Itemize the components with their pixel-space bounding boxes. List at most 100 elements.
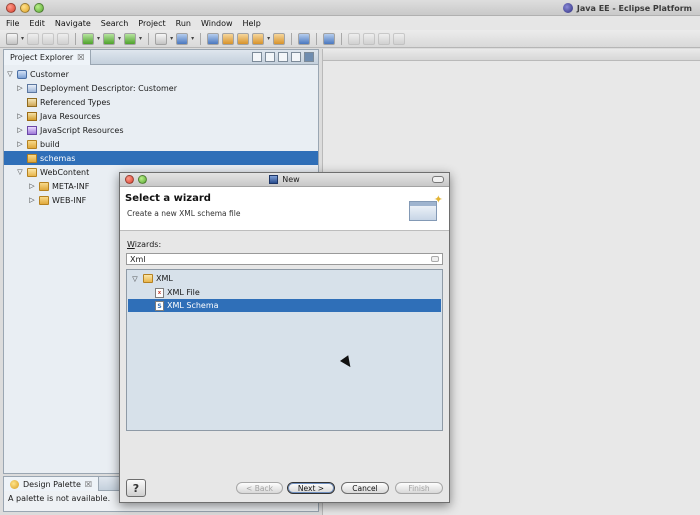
expand-toggle-icon[interactable]: ▷: [16, 126, 24, 134]
run-dropdown-icon[interactable]: ▾: [118, 35, 121, 42]
expand-toggle-icon[interactable]: ▷: [16, 112, 24, 120]
perspective-icon[interactable]: [323, 32, 336, 45]
project-explorer-tab-label: Project Explorer: [10, 53, 74, 62]
clear-filter-icon[interactable]: [431, 256, 439, 262]
menu-file[interactable]: File: [6, 19, 19, 28]
window-title-text: Java EE - Eclipse Platform: [576, 3, 692, 13]
expand-toggle-icon[interactable]: ▽: [130, 275, 140, 283]
design-palette-tab-label: Design Palette: [23, 479, 81, 489]
web-service-dropdown-icon[interactable]: ▾: [191, 35, 194, 42]
toolbar-separator: [148, 32, 150, 45]
tab-project-explorer[interactable]: Project Explorer ☒: [4, 50, 92, 65]
external-tools-icon[interactable]: [124, 32, 137, 45]
expand-toggle-icon[interactable]: ▷: [16, 140, 24, 148]
finish-button[interactable]: Finish: [395, 482, 443, 494]
tree-item-label: Java Resources: [40, 111, 101, 121]
menu-navigate[interactable]: Navigate: [55, 19, 91, 28]
xml-schema-icon: S: [155, 300, 164, 311]
sparkle-icon: ✦: [433, 193, 443, 206]
toolbar-separator: [291, 32, 293, 45]
wizard-item-xml-schema[interactable]: S XML Schema: [128, 299, 441, 312]
refresh-icon[interactable]: [207, 32, 220, 45]
expand-toggle-icon[interactable]: ▽: [16, 168, 24, 176]
project-icon: [17, 69, 27, 79]
toolbar-separator: [200, 32, 202, 45]
menu-search[interactable]: Search: [101, 19, 128, 28]
tree-item-schemas[interactable]: schemas: [4, 151, 318, 165]
debug-dropdown-icon[interactable]: ▾: [97, 35, 100, 42]
project-explorer-tabbar: Project Explorer ☒: [4, 50, 318, 65]
wizard-banner-icon: ✦: [407, 193, 443, 225]
expand-toggle-icon[interactable]: ▷: [28, 196, 36, 204]
back-arrow-icon[interactable]: [378, 32, 391, 45]
search-icon[interactable]: [298, 32, 311, 45]
wizard-filter-value: Xml: [130, 254, 146, 264]
cancel-button[interactable]: Cancel: [341, 482, 389, 494]
dialog-banner: Select a wizard Create a new XML schema …: [120, 187, 449, 231]
window-title: Java EE - Eclipse Platform: [562, 3, 692, 13]
open-task-icon[interactable]: [273, 32, 286, 45]
open-resource-icon[interactable]: [252, 32, 265, 45]
menu-window[interactable]: Window: [201, 19, 233, 28]
view-menu-icon[interactable]: [278, 52, 288, 62]
new-icon[interactable]: [6, 32, 18, 45]
xml-file-icon: x: [155, 287, 164, 298]
toolbar-separator: [316, 32, 318, 45]
close-icon[interactable]: ☒: [85, 480, 92, 489]
tree-item-build[interactable]: ▷ build: [4, 137, 318, 151]
collapse-all-icon[interactable]: [252, 52, 262, 62]
tree-item-label: Deployment Descriptor: Customer: [40, 83, 177, 93]
tree-item-label: WEB-INF: [52, 195, 87, 205]
next-annotation-icon[interactable]: [363, 32, 376, 45]
forward-arrow-icon[interactable]: [393, 32, 406, 45]
tree-item-java-resources[interactable]: ▷ Java Resources: [4, 109, 318, 123]
external-tools-dropdown-icon[interactable]: ▾: [139, 35, 142, 42]
wizard-item-xml-file[interactable]: x XML File: [128, 286, 441, 299]
back-button[interactable]: < Back: [236, 482, 283, 494]
open-type-icon[interactable]: [222, 32, 235, 45]
open-folder-icon[interactable]: [237, 32, 250, 45]
wizard-category-xml[interactable]: ▽ XML: [128, 272, 441, 285]
link-with-editor-icon[interactable]: [265, 52, 275, 62]
tree-item-customer[interactable]: ▽ Customer: [4, 67, 318, 81]
tree-item-javascript-resources[interactable]: ▷ JavaScript Resources: [4, 123, 318, 137]
print-icon[interactable]: [57, 32, 70, 45]
expand-toggle-icon[interactable]: ▷: [16, 84, 24, 92]
new-wizard-dialog: New Select a wizard Create a new XML sch…: [119, 172, 450, 503]
expand-toggle-icon[interactable]: ▷: [28, 182, 36, 190]
open-resource-dropdown-icon[interactable]: ▾: [267, 35, 270, 42]
tree-item-label: Customer: [30, 69, 69, 79]
menu-project[interactable]: Project: [138, 19, 165, 28]
save-icon[interactable]: [27, 32, 40, 45]
save-all-icon[interactable]: [42, 32, 55, 45]
menu-help[interactable]: Help: [243, 19, 261, 28]
tree-item-deployment-descriptor[interactable]: ▷ Deployment Descriptor: Customer: [4, 81, 318, 95]
main-toolbar: ▾ ▾ ▾ ▾ ▾ ▾ ▾: [0, 30, 700, 48]
menu-edit[interactable]: Edit: [29, 19, 45, 28]
folder-icon: [27, 153, 37, 163]
next-button[interactable]: Next >: [287, 482, 335, 494]
new-server-icon[interactable]: [155, 32, 168, 45]
new-dropdown-icon[interactable]: ▾: [21, 35, 24, 42]
view-toolbar: [252, 52, 314, 62]
menu-run[interactable]: Run: [176, 19, 191, 28]
minimize-view-icon[interactable]: [291, 52, 301, 62]
tab-design-palette[interactable]: Design Palette ☒: [4, 477, 100, 491]
tree-item-referenced-types[interactable]: Referenced Types: [4, 95, 318, 109]
help-button[interactable]: ?: [126, 479, 146, 497]
wizards-label-text: izards:: [134, 240, 162, 249]
window-minimize-button[interactable]: [20, 3, 30, 13]
close-icon[interactable]: ☒: [77, 53, 84, 62]
expand-toggle-icon[interactable]: ▽: [6, 70, 14, 78]
window-close-button[interactable]: [6, 3, 16, 13]
maximize-view-icon[interactable]: [304, 52, 314, 62]
new-server-dropdown-icon[interactable]: ▾: [170, 35, 173, 42]
debug-icon[interactable]: [82, 32, 95, 45]
folder-open-icon: [27, 167, 37, 177]
web-service-icon[interactable]: [176, 32, 189, 45]
run-icon[interactable]: [103, 32, 116, 45]
window-maximize-button[interactable]: [34, 3, 44, 13]
toggle-mark-icon[interactable]: [348, 32, 361, 45]
dialog-restore-button[interactable]: [432, 176, 444, 183]
wizard-filter-input[interactable]: Xml: [126, 253, 443, 265]
